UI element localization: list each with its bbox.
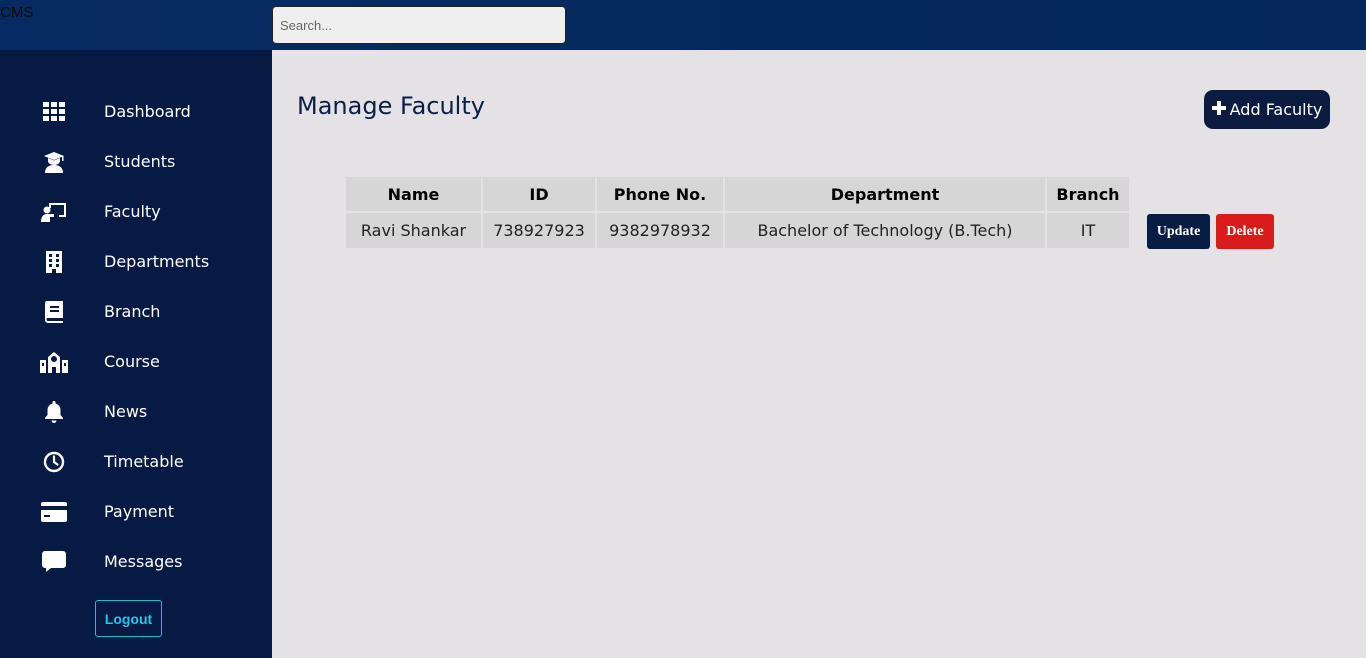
sidebar-item-students[interactable]: Students [0,144,272,180]
update-button[interactable]: Update [1147,214,1210,249]
column-header-phone: Phone No. [597,177,723,211]
page-title: Manage Faculty [297,92,485,120]
bell-icon [40,400,68,424]
delete-button[interactable]: Delete [1216,214,1274,249]
book-icon [40,300,68,324]
grid-icon [40,100,68,124]
sidebar-item-dashboard[interactable]: Dashboard [0,94,272,130]
cell-phone: 9382978932 [597,213,723,248]
sidebar-item-payment[interactable]: Payment [0,494,272,530]
table-header-row: Name ID Phone No. Department Branch [346,177,1129,211]
teacher-board-icon [40,200,68,224]
column-header-name: Name [346,177,481,211]
sidebar-item-label: News [104,402,148,421]
credit-card-icon [40,500,68,524]
sidebar-item-news[interactable]: News [0,394,272,430]
table-row: Ravi Shankar 738927923 9382978932 Bachel… [346,213,1129,248]
sidebar-item-timetable[interactable]: Timetable [0,444,272,480]
plus-icon [1211,100,1226,119]
sidebar-item-faculty[interactable]: Faculty [0,194,272,230]
school-icon [40,350,68,374]
sidebar: Dashboard Students Faculty Departments B… [0,50,272,658]
search-input[interactable] [272,6,566,44]
top-bar: CMS [0,0,1366,50]
sidebar-item-label: Students [104,152,176,171]
sidebar-item-label: Branch [104,302,161,321]
cell-id: 738927923 [483,213,595,248]
sidebar-item-label: Faculty [104,202,161,221]
sidebar-item-label: Timetable [104,452,184,471]
cell-department: Bachelor of Technology (B.Tech) [725,213,1045,248]
sidebar-item-messages[interactable]: Messages [0,544,272,580]
logout-button[interactable]: Logout [95,600,162,637]
graduate-icon [40,150,68,174]
sidebar-item-label: Course [104,352,160,371]
cell-name: Ravi Shankar [346,213,481,248]
message-icon [40,550,68,574]
sidebar-item-label: Payment [104,502,175,521]
column-header-id: ID [483,177,595,211]
building-icon [40,250,68,274]
sidebar-item-label: Departments [104,252,210,271]
cell-branch: IT [1047,213,1129,248]
sidebar-item-label: Dashboard [104,102,191,121]
main-content: Manage Faculty Add Faculty Name ID Phone… [272,50,1366,658]
add-faculty-label: Add Faculty [1229,100,1323,119]
clock-icon [40,450,68,474]
brand-logo: CMS [0,4,34,21]
column-header-branch: Branch [1047,177,1129,211]
column-header-department: Department [725,177,1045,211]
faculty-table: Name ID Phone No. Department Branch Ravi… [344,175,1131,250]
sidebar-item-label: Messages [104,552,183,571]
sidebar-item-departments[interactable]: Departments [0,244,272,280]
add-faculty-button[interactable]: Add Faculty [1204,90,1330,129]
sidebar-item-branch[interactable]: Branch [0,294,272,330]
sidebar-item-course[interactable]: Course [0,344,272,380]
